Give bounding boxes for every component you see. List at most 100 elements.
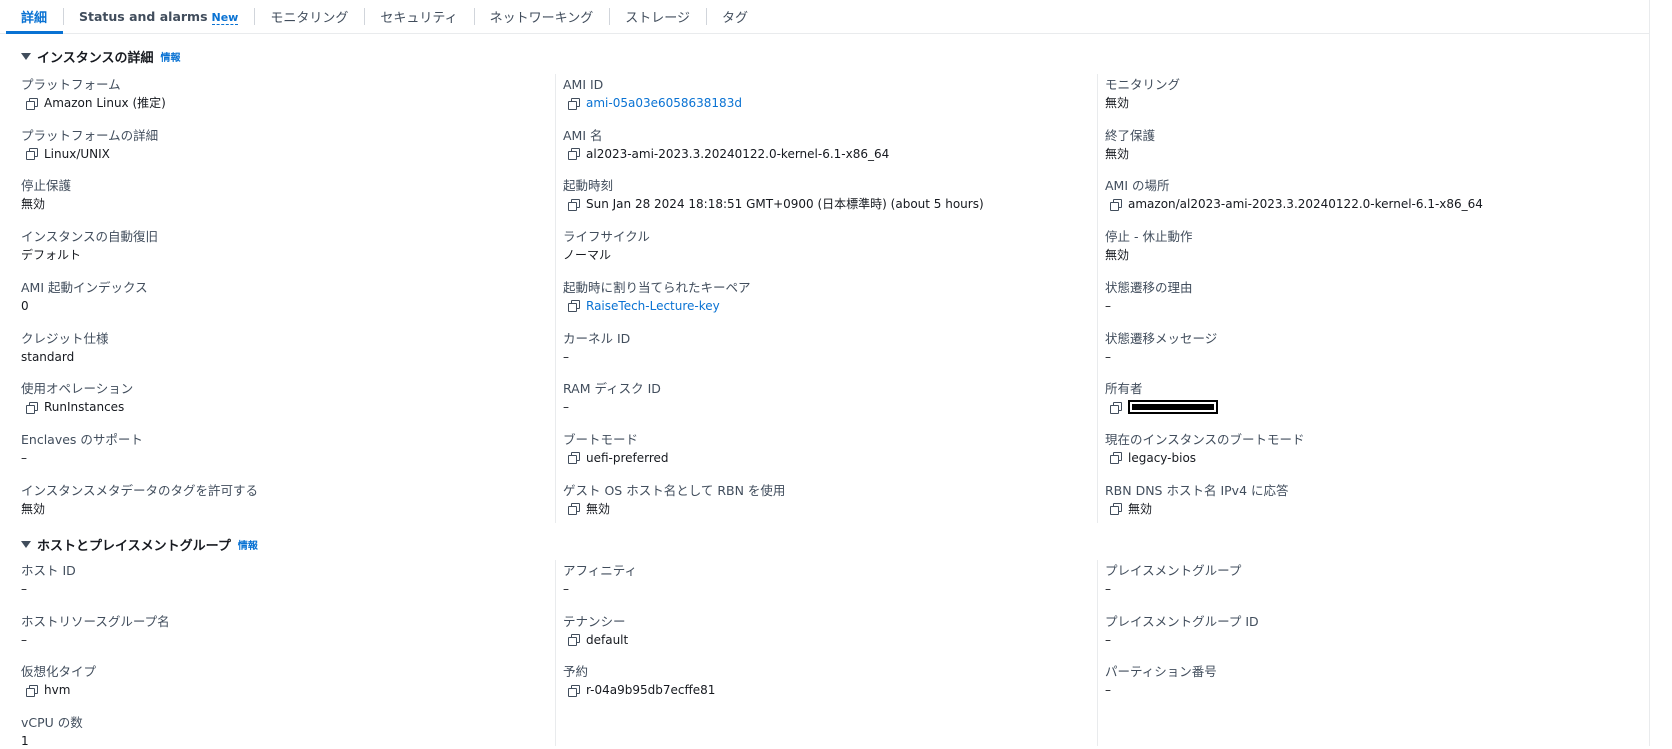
value-text: –	[563, 349, 569, 364]
copy-icon[interactable]	[568, 503, 580, 516]
field-label: 所有者	[1105, 381, 1143, 397]
detail-field: プレイスメントグループ ID –	[1105, 614, 1585, 648]
tab-label: モニタリング	[270, 11, 349, 26]
detail-field: AMI の場所 amazon/al2023-ami-2023.3.20240122…	[1105, 178, 1585, 212]
caret-down-icon[interactable]	[21, 53, 31, 60]
value-text: –	[21, 582, 27, 596]
field-value: RaiseTech-Lecture-key	[563, 298, 1043, 314]
detail-field: 仮想化タイプ hvm	[21, 664, 501, 698]
detail-field: 所有者	[1105, 381, 1585, 415]
field-label: RBN DNS ホスト名 IPv4 に応答	[1105, 482, 1289, 498]
detail-field: AMI ID ami-05a03e6058638183d	[563, 77, 1043, 111]
value-link[interactable]: RaiseTech-Lecture-key	[586, 298, 720, 314]
field-label: Enclaves のサポート	[21, 431, 143, 447]
value-text: デフォルト	[21, 248, 82, 263]
info-link[interactable]: 情報	[160, 49, 180, 64]
copy-icon[interactable]	[26, 684, 38, 697]
field-label: インスタンスの自動復旧	[21, 229, 159, 245]
detail-field: 起動時に割り当てられたキーペア RaiseTech-Lecture-key	[563, 280, 1043, 314]
field-label: RAM ディスク ID	[563, 381, 661, 397]
field-label: アフィニティ	[563, 563, 638, 578]
detail-field: アフィニティ –	[563, 563, 1043, 597]
value-text: –	[1105, 582, 1111, 596]
tab-bar: 詳細 Status and alarms New モニタリング セキュリティ ネ…	[0, 0, 1650, 34]
copy-icon[interactable]	[1110, 503, 1122, 516]
copy-icon[interactable]	[1110, 401, 1122, 414]
field-value: –	[21, 581, 501, 597]
info-link[interactable]: 情報	[238, 537, 258, 552]
detail-field: プレイスメントグループ –	[1105, 563, 1585, 597]
value-text: –	[21, 632, 27, 647]
field-label: プラットフォームの詳細	[21, 127, 159, 143]
field-value: –	[1105, 632, 1585, 648]
value-link[interactable]: ami-05a03e6058638183d	[586, 95, 742, 111]
tab-label: Status and alarms	[79, 9, 208, 24]
copy-icon[interactable]	[1110, 452, 1122, 465]
field-label: 終了保護	[1105, 127, 1156, 143]
value-text: 無効	[586, 501, 611, 516]
field-value: ノーマル	[563, 247, 1043, 263]
detail-field: インスタンスメタデータのタグを許可する 無効	[21, 483, 501, 517]
tab-security[interactable]: セキュリティ	[364, 0, 473, 33]
field-value: –	[21, 632, 501, 648]
field-value: standard	[21, 349, 501, 365]
tab-networking[interactable]: ネットワーキング	[473, 0, 610, 33]
field-value: –	[1105, 581, 1585, 597]
value-text: Sun Jan 28 2024 18:18:51 GMT+0900 (日本標準時…	[586, 197, 984, 212]
detail-field: Enclaves のサポート –	[21, 432, 501, 466]
detail-field: 状態遷移メッセージ –	[1105, 331, 1585, 365]
detail-field: 停止保護 無効	[21, 178, 501, 212]
section-instance-details-header[interactable]: インスタンスの詳細 情報	[21, 47, 180, 66]
column-divider	[1097, 560, 1098, 746]
field-label: ブートモード	[563, 431, 639, 447]
field-value: 1	[21, 733, 501, 749]
field-label: テナンシー	[563, 613, 626, 629]
field-label: カーネル ID	[563, 330, 631, 346]
new-badge: New	[211, 11, 239, 25]
field-value: 無効	[21, 501, 501, 517]
field-label: 状態遷移の理由	[1105, 279, 1193, 295]
field-label: 停止 - 休止動作	[1105, 229, 1193, 245]
page-gutter	[1650, 0, 1672, 746]
field-label: 予約	[563, 664, 589, 680]
field-value: RunInstances	[21, 399, 501, 415]
tab-label: タグ	[721, 11, 748, 26]
copy-icon[interactable]	[26, 97, 38, 110]
field-label: AMI 名	[563, 127, 603, 143]
field-label: 仮想化タイプ	[21, 664, 97, 680]
field-value: Linux/UNIX	[21, 146, 501, 162]
tab-storage[interactable]: ストレージ	[609, 0, 706, 33]
detail-field: AMI 名 al2023-ami-2023.3.20240122.0-kernel…	[563, 128, 1043, 162]
detail-field: テナンシー default	[563, 614, 1043, 648]
copy-icon[interactable]	[1110, 198, 1122, 211]
tab-tags[interactable]: タグ	[705, 0, 764, 33]
detail-field: クレジット仕様 standard	[21, 331, 501, 365]
value-text: 無効	[1105, 146, 1130, 161]
tab-monitoring[interactable]: モニタリング	[254, 0, 364, 33]
copy-icon[interactable]	[568, 684, 580, 697]
copy-icon[interactable]	[568, 634, 580, 647]
tab-label: ストレージ	[625, 11, 690, 26]
value-text: 無効	[1128, 501, 1153, 516]
copy-icon[interactable]	[26, 148, 38, 161]
copy-icon[interactable]	[568, 198, 580, 211]
detail-field: カーネル ID –	[563, 331, 1043, 365]
section-host-placement-header[interactable]: ホストとプレイスメントグループ 情報	[21, 535, 258, 554]
field-label: プラットフォーム	[21, 77, 121, 92]
tab-label: 詳細	[21, 11, 48, 26]
field-value: r-04a9b95db7ecffe81	[563, 682, 1043, 698]
detail-field: モニタリング 無効	[1105, 77, 1585, 111]
tab-status-and-alarms[interactable]: Status and alarms New	[63, 0, 254, 33]
field-value: –	[563, 581, 1043, 597]
field-value: hvm	[21, 682, 501, 698]
copy-icon[interactable]	[568, 97, 580, 110]
copy-icon[interactable]	[568, 300, 580, 313]
copy-icon[interactable]	[568, 452, 580, 465]
field-label: AMI ID	[563, 77, 604, 92]
tab-details[interactable]: 詳細	[6, 0, 64, 34]
copy-icon[interactable]	[26, 401, 38, 414]
copy-icon[interactable]	[568, 148, 580, 161]
field-label: プレイスメントグループ ID	[1105, 613, 1259, 629]
caret-down-icon[interactable]	[21, 541, 31, 548]
detail-field: 予約 r-04a9b95db7ecffe81	[563, 664, 1043, 698]
